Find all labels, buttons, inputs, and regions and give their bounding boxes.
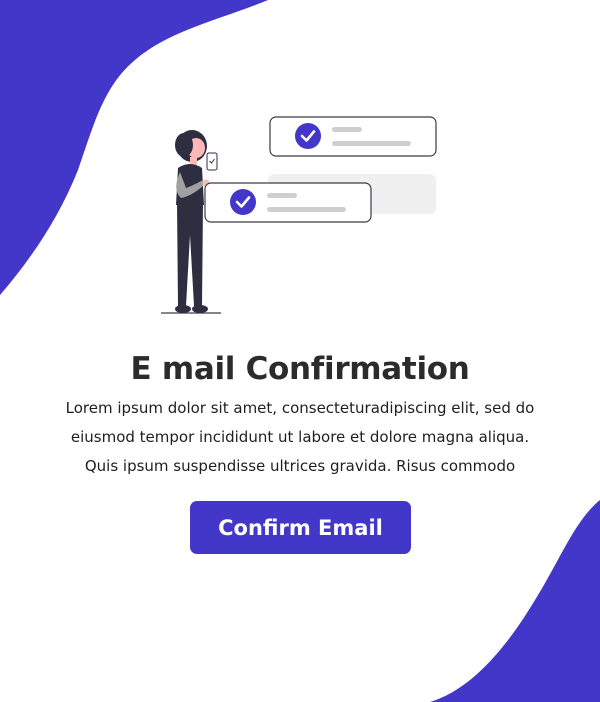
phone-icon [206,152,218,171]
confirm-email-button[interactable]: Confirm Email [190,501,411,554]
checkmark-icon [295,123,321,149]
page-title: E mail Confirmation [130,350,470,387]
checked-card-bottom [204,182,372,223]
description-text: Lorem ipsum dolor sit amet, consectetura… [24,394,576,481]
description-line: eiusmod tempor incididunt ut labore et d… [70,428,530,446]
checkmark-icon [230,189,256,215]
description-line: Quis ipsum suspendisse ultrices gravida.… [84,457,516,475]
description-line: Lorem ipsum dolor sit amet, consectetura… [65,399,535,417]
checked-card-top [269,116,437,157]
